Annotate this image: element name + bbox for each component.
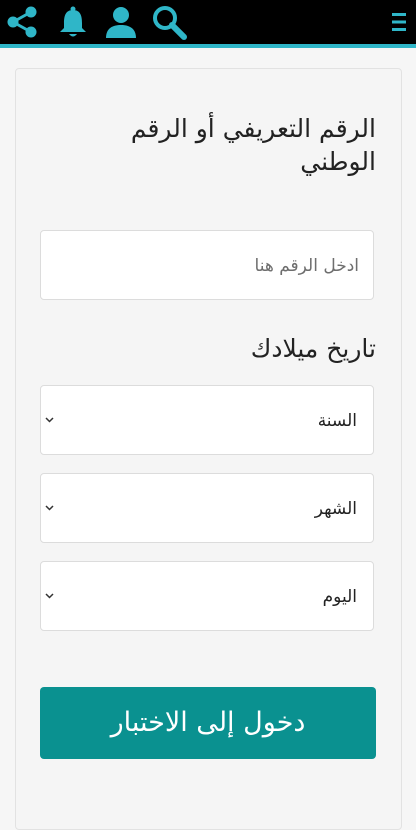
- enter-exam-button[interactable]: دخول إلى الاختبار: [40, 687, 376, 759]
- id-number-placeholder: ادخل الرقم هنا: [254, 256, 359, 276]
- month-select-value: الشهر: [314, 499, 357, 519]
- id-number-label-line1: الرقم التعريفي أو الرقم: [130, 114, 376, 143]
- user-icon[interactable]: [103, 4, 139, 40]
- year-select[interactable]: السنة: [40, 385, 374, 455]
- day-select[interactable]: اليوم: [40, 561, 374, 631]
- day-select-value: اليوم: [322, 587, 357, 607]
- id-number-input[interactable]: ادخل الرقم هنا: [40, 230, 374, 300]
- chevron-down-icon: [45, 417, 54, 423]
- menu-icon[interactable]: [384, 4, 414, 40]
- year-select-value: السنة: [317, 411, 357, 431]
- month-select[interactable]: الشهر: [40, 473, 374, 543]
- date-of-birth-label: تاريخ ميلادك: [250, 334, 376, 363]
- chevron-down-icon: [45, 593, 54, 599]
- bell-icon[interactable]: [55, 4, 91, 40]
- share-icon[interactable]: [4, 4, 40, 40]
- search-icon[interactable]: [151, 4, 187, 40]
- id-number-label-line2: الوطني: [300, 147, 376, 176]
- chevron-down-icon: [45, 505, 54, 511]
- top-navigation-bar: [0, 0, 416, 48]
